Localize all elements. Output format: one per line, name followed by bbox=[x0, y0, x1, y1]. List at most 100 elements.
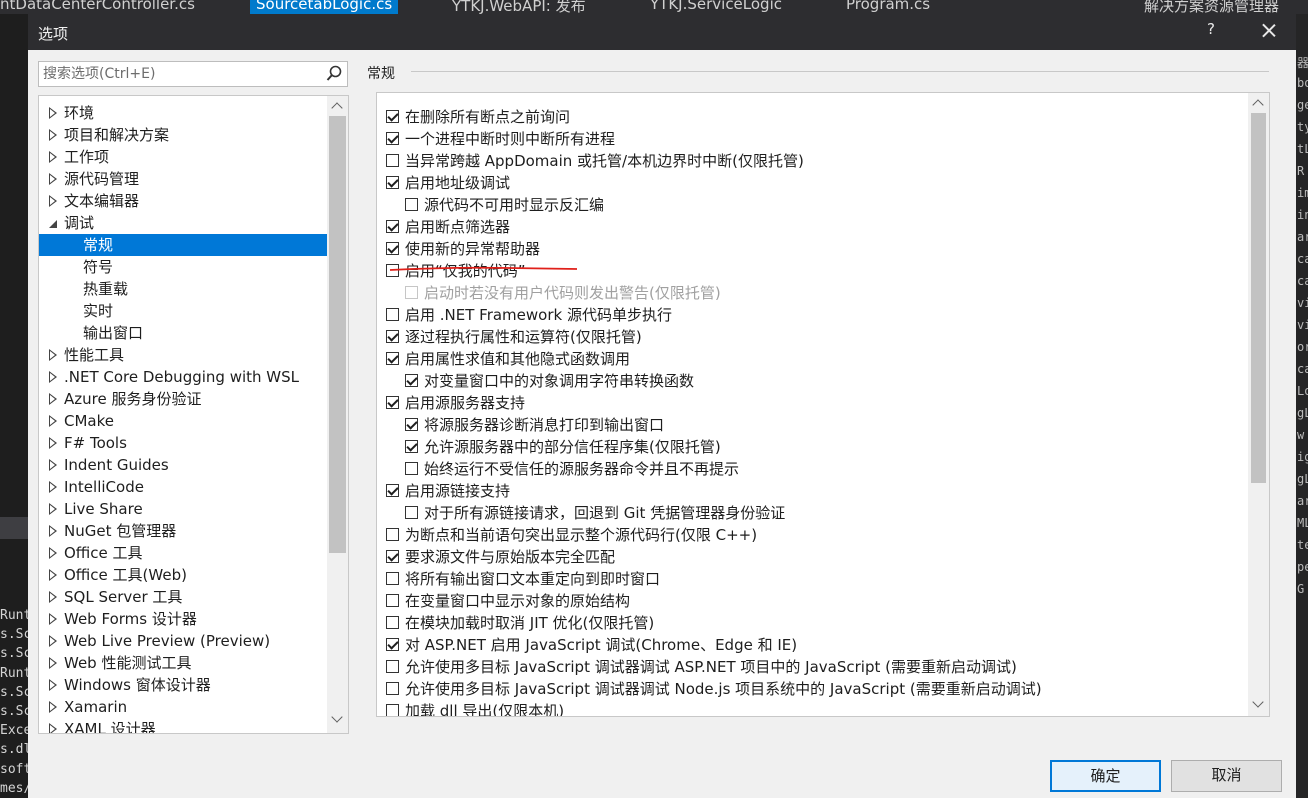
ide-tab[interactable]: ntDataCenterController.cs bbox=[0, 0, 195, 14]
tree-item[interactable]: 性能工具 bbox=[39, 344, 327, 366]
scroll-up-arrow-icon[interactable] bbox=[1250, 95, 1266, 111]
collapsed-triangle-icon[interactable] bbox=[47, 674, 59, 696]
ok-button[interactable]: 确定 bbox=[1050, 760, 1161, 792]
tree-item[interactable]: 文本编辑器 bbox=[39, 190, 327, 212]
unchecked-checkbox[interactable] bbox=[386, 572, 399, 585]
checked-checkbox[interactable] bbox=[405, 418, 418, 431]
checked-checkbox[interactable] bbox=[386, 330, 399, 343]
ide-tab[interactable]: YTKJ.WebAPI: 发布 bbox=[452, 0, 586, 14]
unchecked-checkbox[interactable] bbox=[386, 616, 399, 629]
checked-checkbox[interactable] bbox=[386, 132, 399, 145]
tree-item[interactable]: Office 工具 bbox=[39, 542, 327, 564]
collapsed-triangle-icon[interactable] bbox=[47, 102, 59, 124]
ide-tab[interactable]: 解决方案资源管理器 bbox=[1144, 0, 1279, 14]
help-button[interactable]: ? bbox=[1200, 20, 1222, 42]
unchecked-checkbox[interactable] bbox=[386, 528, 399, 541]
collapsed-triangle-icon[interactable] bbox=[47, 520, 59, 542]
collapsed-triangle-icon[interactable] bbox=[47, 652, 59, 674]
collapsed-triangle-icon[interactable] bbox=[47, 476, 59, 498]
search-input[interactable] bbox=[43, 65, 313, 83]
unchecked-checkbox[interactable] bbox=[386, 660, 399, 673]
unchecked-checkbox[interactable] bbox=[405, 462, 418, 475]
collapsed-triangle-icon[interactable] bbox=[47, 124, 59, 146]
checked-checkbox[interactable] bbox=[386, 110, 399, 123]
tree-item[interactable]: F# Tools bbox=[39, 432, 327, 454]
tree-item[interactable]: 项目和解决方案 bbox=[39, 124, 327, 146]
collapsed-triangle-icon[interactable] bbox=[47, 564, 59, 586]
collapsed-triangle-icon[interactable] bbox=[47, 718, 59, 733]
close-icon[interactable] bbox=[1256, 18, 1282, 44]
tree-item[interactable]: Windows 窗体设计器 bbox=[39, 674, 327, 696]
checked-checkbox[interactable] bbox=[386, 352, 399, 365]
tree-item-label: Office 工具(Web) bbox=[64, 566, 187, 584]
collapsed-triangle-icon[interactable] bbox=[47, 190, 59, 212]
scroll-up-arrow-icon[interactable] bbox=[329, 98, 345, 114]
unchecked-checkbox[interactable] bbox=[405, 506, 418, 519]
tree-item[interactable]: .NET Core Debugging with WSL bbox=[39, 366, 327, 388]
ide-tab[interactable]: YTKJ.ServiceLogic bbox=[650, 0, 782, 14]
checked-checkbox[interactable] bbox=[386, 176, 399, 189]
checked-checkbox[interactable] bbox=[386, 242, 399, 255]
tree-item[interactable]: 环境 bbox=[39, 102, 327, 124]
tree-item[interactable]: SQL Server 工具 bbox=[39, 586, 327, 608]
collapsed-triangle-icon[interactable] bbox=[47, 454, 59, 476]
tree-item[interactable]: 工作项 bbox=[39, 146, 327, 168]
tree-item[interactable]: NuGet 包管理器 bbox=[39, 520, 327, 542]
collapsed-triangle-icon[interactable] bbox=[47, 498, 59, 520]
tree-item[interactable]: 源代码管理 bbox=[39, 168, 327, 190]
search-icon[interactable] bbox=[326, 65, 342, 83]
collapsed-triangle-icon[interactable] bbox=[47, 366, 59, 388]
collapsed-triangle-icon[interactable] bbox=[47, 410, 59, 432]
collapsed-triangle-icon[interactable] bbox=[47, 696, 59, 718]
collapsed-triangle-icon[interactable] bbox=[47, 168, 59, 190]
checked-checkbox[interactable] bbox=[386, 220, 399, 233]
collapsed-triangle-icon[interactable] bbox=[47, 146, 59, 168]
checked-checkbox[interactable] bbox=[386, 550, 399, 563]
unchecked-checkbox[interactable] bbox=[386, 682, 399, 695]
collapsed-triangle-icon[interactable] bbox=[47, 608, 59, 630]
tree-item[interactable]: 实时 bbox=[39, 300, 327, 322]
collapsed-triangle-icon[interactable] bbox=[47, 388, 59, 410]
tree-item[interactable]: IntelliCode bbox=[39, 476, 327, 498]
checked-checkbox[interactable] bbox=[405, 440, 418, 453]
tree-item[interactable]: Web Live Preview (Preview) bbox=[39, 630, 327, 652]
collapsed-triangle-icon[interactable] bbox=[47, 344, 59, 366]
unchecked-checkbox[interactable] bbox=[386, 308, 399, 321]
collapsed-triangle-icon[interactable] bbox=[47, 586, 59, 608]
tree-item[interactable]: 符号 bbox=[39, 256, 327, 278]
tree-scroll-thumb[interactable] bbox=[329, 116, 346, 553]
tree-item[interactable]: Web Forms 设计器 bbox=[39, 608, 327, 630]
tree-item[interactable]: Xamarin bbox=[39, 696, 327, 718]
tree-item[interactable]: Indent Guides bbox=[39, 454, 327, 476]
scroll-down-arrow-icon[interactable] bbox=[329, 711, 345, 727]
unchecked-checkbox[interactable] bbox=[386, 704, 399, 716]
ide-tab[interactable]: Program.cs bbox=[846, 0, 930, 14]
tree-item[interactable]: 输出窗口 bbox=[39, 322, 327, 344]
tree-item[interactable]: CMake bbox=[39, 410, 327, 432]
options-scrollbar[interactable] bbox=[1248, 93, 1269, 716]
scroll-down-arrow-icon[interactable] bbox=[1250, 696, 1266, 712]
cancel-button[interactable]: 取消 bbox=[1171, 760, 1282, 792]
tree-item[interactable]: XAML 设计器 bbox=[39, 718, 327, 733]
checked-checkbox[interactable] bbox=[405, 374, 418, 387]
expanded-triangle-icon[interactable] bbox=[47, 212, 59, 234]
checked-checkbox[interactable] bbox=[386, 638, 399, 651]
checked-checkbox[interactable] bbox=[386, 484, 399, 497]
collapsed-triangle-icon[interactable] bbox=[47, 630, 59, 652]
tree-item[interactable]: 常规 bbox=[39, 234, 327, 256]
tree-scrollbar[interactable] bbox=[327, 96, 348, 733]
unchecked-checkbox[interactable] bbox=[405, 198, 418, 211]
tree-item[interactable]: Live Share bbox=[39, 498, 327, 520]
unchecked-checkbox[interactable] bbox=[386, 154, 399, 167]
checked-checkbox[interactable] bbox=[386, 396, 399, 409]
options-scroll-thumb[interactable] bbox=[1251, 113, 1266, 483]
tree-item[interactable]: Azure 服务身份验证 bbox=[39, 388, 327, 410]
unchecked-checkbox[interactable] bbox=[386, 594, 399, 607]
tree-item[interactable]: Web 性能测试工具 bbox=[39, 652, 327, 674]
tree-item[interactable]: Office 工具(Web) bbox=[39, 564, 327, 586]
collapsed-triangle-icon[interactable] bbox=[47, 542, 59, 564]
collapsed-triangle-icon[interactable] bbox=[47, 432, 59, 454]
tree-item[interactable]: 热重载 bbox=[39, 278, 327, 300]
ide-tab[interactable]: SourcetabLogic.cs bbox=[250, 0, 399, 14]
tree-item[interactable]: 调试 bbox=[39, 212, 327, 234]
